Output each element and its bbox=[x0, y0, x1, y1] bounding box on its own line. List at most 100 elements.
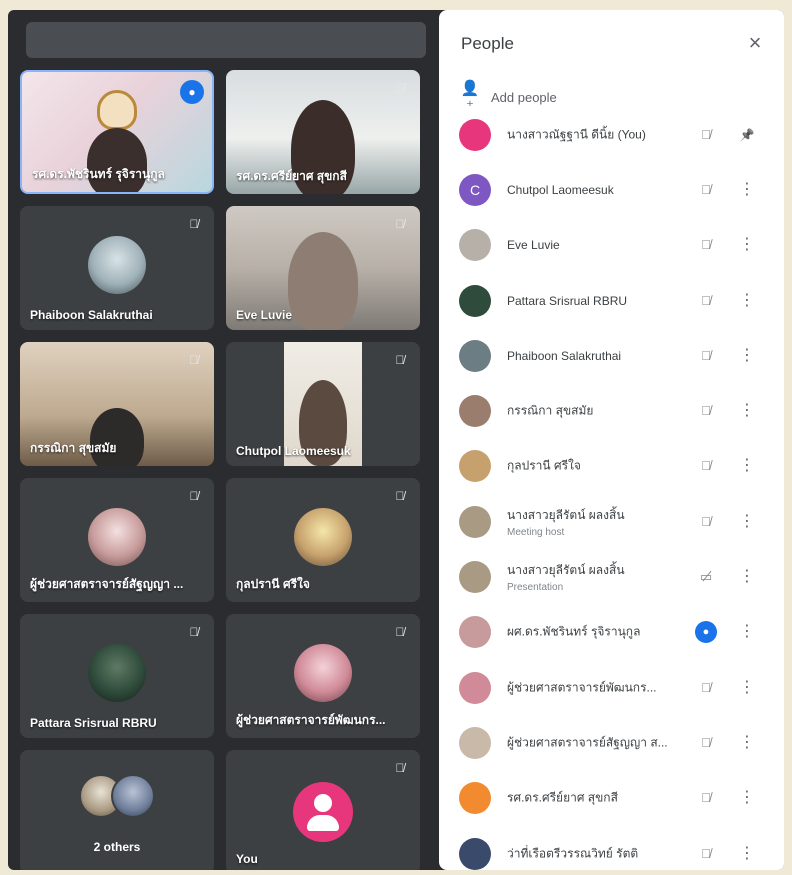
mic-off-icon[interactable]: 🎙̸ bbox=[695, 787, 717, 809]
participant-tile[interactable]: 🎙̸ Pattara Srisrual RBRU bbox=[20, 614, 214, 738]
more-vert-icon[interactable]: ⋮ bbox=[737, 455, 757, 477]
more-vert-icon[interactable]: ⋮ bbox=[737, 677, 757, 699]
participant-row[interactable]: นางสาวณัฐฐานี ดีนิ้ย (You) 🎙̸ 📌 bbox=[439, 107, 784, 162]
more-vert-icon[interactable]: ⋮ bbox=[737, 511, 757, 533]
tile-name: รศ.ดร.พัชรินทร์ รุจิรานุกูล bbox=[32, 167, 165, 181]
participant-row[interactable]: Phaiboon Salakruthai 🎙̸ ⋮ bbox=[439, 328, 784, 383]
participant-row[interactable]: C Chutpol Laomeesuk 🎙̸ ⋮ bbox=[439, 162, 784, 217]
participant-row[interactable]: กุลปรานี ศรีใจ 🎙̸ ⋮ bbox=[439, 439, 784, 494]
participant-name: ผศ.ดร.พัชรินทร์ รุจิรานุกูล bbox=[507, 624, 641, 639]
participant-name: นางสาวยุลีรัตน์ ผลงสิ้น bbox=[507, 563, 625, 578]
more-vert-icon[interactable]: ⋮ bbox=[737, 234, 757, 256]
mic-off-icon[interactable]: 🎙̸ bbox=[695, 677, 717, 699]
participant-row[interactable]: ผศ.ดร.พัชรินทร์ รุจิรานุกูล ● ⋮ bbox=[439, 605, 784, 660]
avatar bbox=[459, 450, 491, 483]
mic-off-icon: 🎙̸ bbox=[395, 625, 405, 639]
participant-names: Eve Luvie bbox=[507, 238, 685, 252]
participant-row[interactable]: ผู้ช่วยศาสตราจารย์สัฐญญา ส... 🎙̸ ⋮ bbox=[439, 715, 784, 770]
mic-off-icon[interactable]: 🎙̸ bbox=[695, 400, 717, 422]
participant-name: Pattara Srisrual RBRU bbox=[507, 293, 628, 308]
more-vert-icon[interactable]: ⋮ bbox=[737, 787, 757, 809]
participant-names: กรรณิกา สุขสมัย bbox=[507, 402, 685, 421]
more-vert-icon[interactable]: ⋮ bbox=[737, 345, 757, 367]
participant-tile[interactable]: 🎙̸ กรรณิกา สุขสมัย bbox=[20, 342, 214, 466]
participant-name: ว่าที่เรือตรีวรรณวิทย์ รัตติ bbox=[507, 846, 639, 860]
more-vert-icon[interactable]: ⋮ bbox=[737, 621, 757, 643]
mic-off-icon: 🎙̸ bbox=[189, 489, 199, 503]
others-avatars bbox=[79, 774, 155, 818]
participant-row[interactable]: กรรณิกา สุขสมัย 🎙̸ ⋮ bbox=[439, 383, 784, 438]
avatar bbox=[459, 505, 491, 538]
present-icon[interactable]: ▭̸ bbox=[695, 566, 717, 588]
person-icon-head bbox=[314, 794, 332, 812]
top-bar bbox=[26, 22, 426, 58]
more-vert-icon[interactable]: ⋮ bbox=[737, 566, 757, 588]
mic-off-icon[interactable]: 🎙̸ bbox=[695, 290, 717, 312]
participant-row[interactable]: ว่าที่เรือตรีวรรณวิทย์ รัตติ 🎙̸ ⋮ bbox=[439, 826, 784, 870]
participant-name: Eve Luvie bbox=[507, 238, 560, 253]
participant-tile[interactable]: ● รศ.ดร.พัชรินทร์ รุจิรานุกูล bbox=[20, 70, 214, 194]
mic-off-icon: 🎙̸ bbox=[189, 217, 199, 231]
mic-off-icon[interactable]: 🎙̸ bbox=[695, 732, 717, 754]
more-vert-icon[interactable]: ⋮ bbox=[737, 732, 757, 754]
people-panel: People × 👤⁺ Add people นางสาวณัฐฐานี ดีน… bbox=[439, 10, 784, 870]
mic-off-icon[interactable]: 🎙̸ bbox=[695, 345, 717, 367]
mic-off-icon[interactable]: 🎙̸ bbox=[695, 843, 717, 865]
more-vert-icon[interactable]: ⋮ bbox=[737, 843, 757, 865]
tile-name: Eve Luvie bbox=[236, 308, 293, 322]
avatar: C bbox=[459, 173, 491, 206]
participant-name: รศ.ดร.ศรีย์ยาศ สุขกสี bbox=[507, 790, 618, 805]
participant-row[interactable]: Pattara Srisrual RBRU 🎙̸ ⋮ bbox=[439, 273, 784, 328]
audio-level-icon[interactable]: ● bbox=[695, 621, 717, 644]
more-vert-icon[interactable]: ⋮ bbox=[737, 400, 757, 422]
participant-tile[interactable]: 🎙̸ Phaiboon Salakruthai bbox=[20, 206, 214, 330]
institution-logo bbox=[97, 90, 137, 130]
participant-row[interactable]: ผู้ช่วยศาสตราจารย์พัฒนกร... 🎙̸ ⋮ bbox=[439, 660, 784, 715]
participant-names: นางสาวยุลีรัตน์ ผลงสิ้น Meeting host bbox=[507, 506, 685, 538]
mic-off-icon[interactable]: 🎙̸ bbox=[695, 455, 717, 477]
add-people-button[interactable]: 👤⁺ Add people bbox=[459, 80, 557, 115]
participant-tile[interactable]: 🎙̸ กุลปรานี ศรีใจ bbox=[226, 478, 420, 602]
mic-off-icon: 🎙̸ bbox=[395, 81, 405, 95]
close-icon[interactable]: × bbox=[744, 32, 766, 54]
mic-off-icon[interactable]: 🎙̸ bbox=[695, 234, 717, 256]
participant-name: Chutpol Laomeesuk bbox=[507, 182, 614, 197]
others-tile[interactable]: 2 others bbox=[20, 750, 214, 870]
avatar bbox=[459, 395, 491, 428]
participant-tile[interactable]: 🎙̸ Eve Luvie bbox=[226, 206, 420, 330]
avatar bbox=[459, 726, 491, 759]
mic-off-icon[interactable]: 🎙̸ bbox=[695, 511, 717, 533]
mic-off-icon[interactable]: 🎙̸ bbox=[695, 179, 717, 201]
meeting-window: ● รศ.ดร.พัชรินทร์ รุจิรานุกูล 🎙̸ รศ.ดร.ศ… bbox=[8, 10, 784, 870]
participant-names: รศ.ดร.ศรีย์ยาศ สุขกสี bbox=[507, 789, 685, 808]
more-vert-icon[interactable]: ⋮ bbox=[737, 290, 757, 312]
participant-tile[interactable]: 🎙̸ Chutpol Laomeesuk bbox=[226, 342, 420, 466]
participant-names: Phaiboon Salakruthai bbox=[507, 349, 685, 363]
participant-tile[interactable]: 🎙̸ ผู้ช่วยศาสตราจารย์พัฒนกร... bbox=[226, 614, 420, 738]
tile-name: ผู้ช่วยศาสตราจารย์พัฒนกร... bbox=[236, 713, 386, 727]
participant-role: Presentation bbox=[507, 582, 564, 594]
participant-row[interactable]: นางสาวยุลีรัตน์ ผลงสิ้น Meeting host 🎙̸ ⋮ bbox=[439, 494, 784, 549]
mic-off-icon[interactable]: 🎙̸ bbox=[695, 124, 717, 146]
others-label: 2 others bbox=[93, 840, 141, 854]
participant-row[interactable]: Eve Luvie 🎙̸ ⋮ bbox=[439, 218, 784, 273]
participant-name: นางสาวยุลีรัตน์ ผลงสิ้น bbox=[507, 507, 625, 522]
participant-tile[interactable]: 🎙̸ ผู้ช่วยศาสตราจารย์สัฐญญา ... bbox=[20, 478, 214, 602]
participant-tile[interactable]: 🎙̸ รศ.ดร.ศรีย์ยาศ สุขกสี bbox=[226, 70, 420, 194]
participant-name: กุลปรานี ศรีใจ bbox=[507, 458, 581, 473]
tile-name: กุลปรานี ศรีใจ bbox=[236, 577, 310, 591]
participant-list: นางสาวณัฐฐานี ดีนิ้ย (You) 🎙̸ 📌 C Chutpol La… bbox=[439, 107, 784, 870]
more-vert-icon[interactable]: ⋮ bbox=[737, 179, 757, 201]
mic-off-icon: 🎙̸ bbox=[395, 489, 405, 503]
avatar bbox=[459, 837, 491, 870]
participant-row[interactable]: นางสาวยุลีรัตน์ ผลงสิ้น Presentation ▭̸ ⋮ bbox=[439, 549, 784, 604]
participant-row[interactable]: รศ.ดร.ศรีย์ยาศ สุขกสี 🎙̸ ⋮ bbox=[439, 771, 784, 826]
pin-icon[interactable]: 📌 bbox=[737, 124, 757, 146]
self-tile[interactable]: 🎙̸ You bbox=[226, 750, 420, 870]
mic-off-icon: 🎙̸ bbox=[395, 353, 405, 367]
avatar bbox=[88, 508, 146, 566]
mic-off-icon: 🎙̸ bbox=[395, 761, 405, 775]
tile-name: กรรณิกา สุขสมัย bbox=[30, 441, 117, 455]
participant-names: ว่าที่เรือตรีวรรณวิทย์ รัตติ bbox=[507, 844, 685, 863]
participant-names: Pattara Srisrual RBRU bbox=[507, 294, 685, 308]
